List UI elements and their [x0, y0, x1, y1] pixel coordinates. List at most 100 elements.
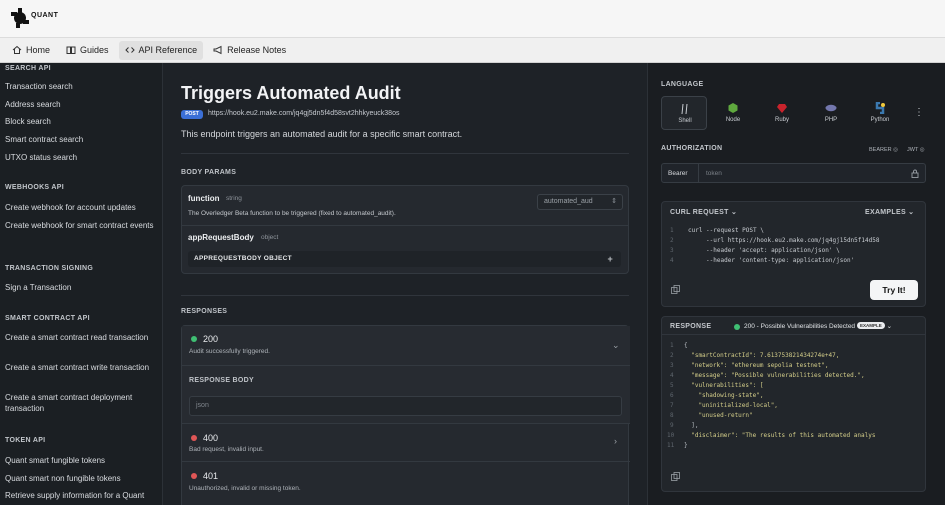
auth-separator	[698, 164, 699, 182]
sidebar-item-non-fungible-tokens[interactable]: Quant smart non fungible tokens	[5, 473, 160, 484]
line-number: 2	[670, 237, 674, 244]
tab-guides[interactable]: Guides	[60, 41, 115, 60]
param-apprequestbody-name: appRequestBody	[188, 233, 254, 242]
response-line-2: "smartContractId": 7.613753821434274e+47…	[684, 352, 840, 359]
response-200-desc: Audit successfully triggered.	[189, 348, 270, 355]
nodejs-icon	[728, 103, 738, 113]
sidebar-item-contract-write[interactable]: Create a smart contract write transactio…	[5, 362, 160, 373]
endpoint-url: https://hook.eu2.make.com/jq4gj5dn5f4d58…	[208, 110, 400, 117]
curl-line-3: --header 'accept: application/json' \	[688, 247, 840, 254]
response-line-7: "uninitialized-local",	[684, 402, 778, 409]
line-number: 1	[670, 227, 674, 234]
tab-release-notes[interactable]: Release Notes	[207, 41, 292, 60]
try-it-button[interactable]: Try It!	[870, 280, 918, 300]
response-line-11: }	[684, 442, 688, 449]
language-php-label: PHP	[824, 117, 838, 123]
sidebar-item-supply-info[interactable]: Retrieve supply information for a Quant	[5, 490, 160, 501]
sidebar-item-contract-deploy[interactable]: Create a smart contract deployment trans…	[5, 392, 160, 414]
tab-guides-label: Guides	[80, 45, 109, 55]
curl-code-block: 1 2 3 4 curl --request POST \ --url http…	[662, 224, 925, 269]
sidebar-heading-webhooks: WEBHOOKS API	[5, 184, 64, 191]
sidebar-item-smart-contract-search[interactable]: Smart contract search	[5, 134, 160, 145]
sidebar-item-block-search[interactable]: Block search	[5, 116, 160, 127]
sidebar-item-sign-transaction[interactable]: Sign a Transaction	[5, 282, 160, 293]
body-params-card: function string The Overledger Beta func…	[181, 185, 629, 274]
language-php[interactable]: PHP	[808, 96, 854, 130]
nav-bar: Home Guides API Reference Release Notes	[0, 38, 945, 63]
response-panel-header: RESPONSE 200 - Possible Vulnerabilities …	[662, 317, 925, 335]
response-line-8: "unused-return"	[684, 412, 753, 419]
language-ruby[interactable]: Ruby	[759, 96, 805, 130]
status-dot-error	[191, 435, 197, 441]
response-401-desc: Unauthorized, invalid or missing token.	[189, 485, 301, 492]
tab-home[interactable]: Home	[6, 41, 56, 60]
response-body-field[interactable]: json	[189, 396, 622, 416]
apprequestbody-object-button[interactable]: APPREQUESTBODY OBJECT +	[188, 251, 621, 267]
language-ruby-label: Ruby	[774, 117, 789, 123]
language-shell[interactable]: Shell	[661, 96, 707, 130]
book-icon	[66, 46, 76, 54]
response-line-4: "message": "Possible vulnerabilities det…	[684, 372, 865, 379]
sidebar-heading-signing: TRANSACTION SIGNING	[5, 265, 94, 272]
language-node[interactable]: Node	[710, 96, 756, 130]
language-label: LANGUAGE	[661, 81, 704, 88]
function-select[interactable]: automated_aud ⇕	[537, 194, 623, 210]
language-python[interactable]: Python	[857, 96, 903, 130]
divider	[181, 295, 629, 296]
param-divider	[182, 225, 628, 226]
body-params-label: BODY PARAMS	[181, 169, 237, 176]
response-200-code: 200	[203, 334, 219, 344]
response-line-3: "network": "ethereum sepolia testnet",	[684, 362, 829, 369]
auth-prefix: Bearer	[668, 170, 688, 177]
tab-api-reference[interactable]: API Reference	[118, 40, 204, 60]
response-200-row[interactable]: 200 Audit successfully triggered. ⌄ RESP…	[182, 326, 630, 424]
line-number: 2	[670, 352, 674, 359]
sidebar-item-address-search[interactable]: Address search	[5, 99, 160, 110]
sidebar-heading-token: TOKEN API	[5, 437, 46, 444]
auth-token-field[interactable]: Bearer token	[661, 163, 926, 183]
response-400-row[interactable]: 400 Bad request, invalid input. ›	[182, 424, 630, 462]
param-apprequestbody-type: object	[261, 234, 279, 241]
response-body-label: RESPONSE BODY	[189, 377, 254, 384]
response-code-block: 1 2 3 4 5 6 7 8 9 10 11 { "smartContract…	[662, 339, 925, 454]
curl-line-4: --header 'content-type: application/json…	[688, 257, 855, 264]
sidebar-item-transaction-search[interactable]: Transaction search	[5, 81, 160, 92]
sidebar-item-contract-read[interactable]: Create a smart contract read transaction	[5, 332, 160, 343]
sidebar-item-utxo-status-search[interactable]: UTXO status search	[5, 152, 160, 163]
copy-icon[interactable]	[671, 472, 680, 481]
param-function-desc: The Overledger Beta function to be trigg…	[188, 210, 396, 217]
code-sample-panel: LANGUAGE Shell Node Ruby PHP Python ⋮ AU…	[647, 63, 945, 505]
line-number: 5	[670, 382, 674, 389]
sidebar-item-webhook-contract[interactable]: Create webhook for smart contract events	[5, 220, 160, 231]
sidebar-item-fungible-tokens[interactable]: Quant smart fungible tokens	[5, 455, 160, 466]
sidebar-heading-contract: SMART CONTRACT API	[5, 315, 90, 322]
line-number: 3	[670, 247, 674, 254]
language-python-label: Python	[870, 117, 890, 123]
curl-panel-header: CURL REQUEST ⌄ EXAMPLES ⌄	[662, 202, 925, 220]
response-body-divider	[182, 365, 630, 366]
chevron-down-icon: ⌄	[612, 340, 620, 350]
auth-bearer-label: BEARER	[869, 147, 892, 153]
line-number: 4	[670, 257, 674, 264]
line-number: 3	[670, 362, 674, 369]
function-select-value: automated_aud	[544, 198, 593, 205]
shell-icon	[681, 103, 688, 115]
response-401-row[interactable]: 401 Unauthorized, invalid or missing tok…	[182, 462, 630, 502]
brand-name: QUANT	[31, 12, 59, 19]
examples-dropdown[interactable]: EXAMPLES ⌄	[865, 208, 914, 216]
auth-option-bearer[interactable]: BEARER ◎	[869, 147, 898, 153]
sidebar-item-webhook-account[interactable]: Create webhook for account updates	[5, 202, 160, 213]
line-number: 11	[667, 442, 675, 449]
divider	[181, 153, 629, 154]
auth-option-jwt[interactable]: JWT ◎	[907, 147, 925, 153]
param-function-name: function	[188, 194, 220, 203]
sidebar-heading-search: SEARCH API	[5, 65, 51, 72]
curl-request-label[interactable]: CURL REQUEST ⌄	[670, 208, 737, 216]
more-options-icon[interactable]: ⋮	[914, 107, 924, 118]
quant-logo-icon[interactable]	[8, 6, 32, 30]
response-line-6: "shadowing-state",	[684, 392, 764, 399]
response-status-select[interactable]: 200 - Possible Vulnerabilities Detected E…	[744, 322, 892, 330]
copy-icon[interactable]	[671, 285, 680, 294]
plus-icon: +	[607, 254, 613, 264]
curl-request-text: CURL REQUEST	[670, 209, 729, 216]
